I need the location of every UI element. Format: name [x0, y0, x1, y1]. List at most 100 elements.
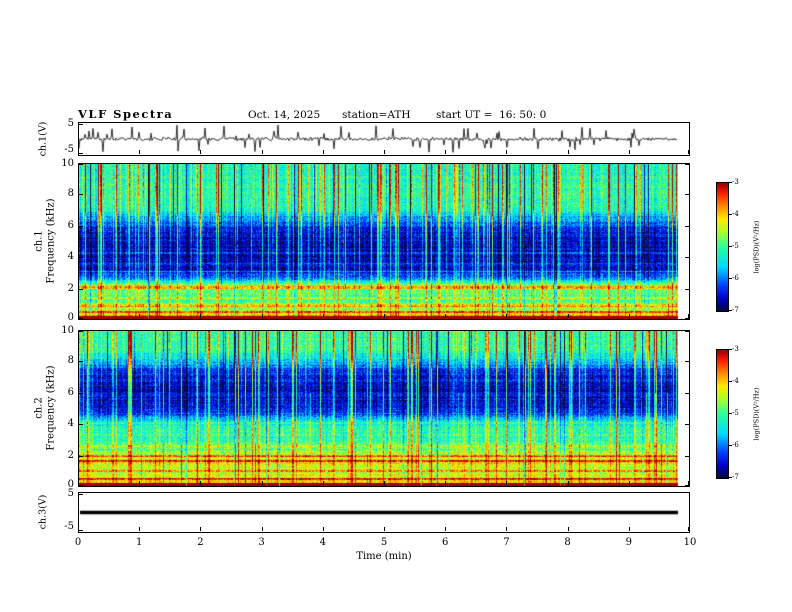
colorbar-tick-label: -7 — [732, 473, 739, 481]
y-tick-mark — [79, 424, 83, 426]
x-tick-mark — [628, 150, 630, 154]
x-tick-mark — [261, 150, 263, 154]
y-tick-mark — [685, 288, 689, 290]
ch1-spectrogram-panel — [78, 163, 690, 320]
x-tick-label: 4 — [319, 537, 326, 548]
y-tick-mark — [79, 194, 83, 196]
x-tick-label: 3 — [258, 537, 265, 548]
x-tick-label: 2 — [197, 537, 204, 548]
y-tick-mark — [79, 124, 83, 125]
ch2-spectrogram-panel — [78, 330, 690, 487]
colorbar-tick-mark — [729, 477, 732, 478]
ch2-spec-ylabel: ch.2 Frequency (kHz) — [34, 365, 57, 450]
x-tick-mark — [506, 314, 508, 318]
x-tick-mark — [567, 481, 569, 485]
ch1-wave-ymin-label: -5 — [64, 144, 74, 155]
x-tick-mark — [139, 527, 141, 531]
station-label: station=ATH — [342, 109, 411, 121]
x-tick-mark — [506, 481, 508, 485]
x-tick-mark — [139, 481, 141, 485]
ch1-wave-ymax-label: 5 — [67, 118, 74, 129]
colorbar-tick-mark — [729, 246, 732, 247]
y-tick-mark — [79, 485, 83, 486]
freq-tick-label: 4 — [67, 251, 74, 263]
colorbar-tick-label: -4 — [732, 377, 739, 385]
x-tick-label: 1 — [136, 537, 143, 548]
y-tick-mark — [685, 225, 689, 227]
x-tick-mark — [384, 314, 385, 318]
freq-tick-label: 0 — [67, 479, 74, 490]
x-tick-mark — [384, 527, 385, 531]
y-tick-mark — [685, 194, 689, 196]
colorbar-tick-mark — [729, 445, 732, 446]
x-tick-mark — [628, 314, 630, 318]
x-tick-mark — [567, 150, 569, 154]
x-tick-mark — [200, 314, 202, 318]
colorbar-tick-label: -3 — [732, 345, 739, 353]
x-tick-mark — [567, 527, 569, 531]
x-tick-mark — [322, 314, 324, 318]
x-tick-mark — [261, 481, 263, 485]
x-tick-mark — [261, 314, 263, 318]
freq-tick-label: 2 — [67, 449, 74, 461]
x-tick-mark — [384, 150, 385, 154]
x-tick-mark — [506, 150, 508, 154]
y-tick-mark — [79, 455, 83, 457]
y-tick-mark — [685, 361, 689, 363]
y-tick-mark — [79, 530, 83, 531]
colorbar-tick-label: -7 — [732, 306, 739, 314]
colorbar-tick-mark — [729, 214, 732, 215]
figure-title: VLF Spectra — [78, 107, 174, 121]
x-tick-mark — [322, 481, 324, 485]
x-tick-label: 8 — [564, 537, 571, 548]
y-tick-mark — [79, 318, 83, 319]
ch2-spec-ylabel-line2: Frequency (kHz) — [45, 365, 56, 451]
ch3-wave-ylabel: ch.3(V) — [37, 494, 49, 530]
y-tick-mark — [685, 331, 689, 332]
colorbar-tick-mark — [729, 278, 732, 279]
ch1-colorbar — [716, 182, 729, 312]
ch3-wave-ymin-label: -5 — [64, 521, 74, 532]
colorbar-tick-label: -4 — [732, 210, 739, 218]
freq-tick-label: 6 — [67, 219, 74, 231]
freq-tick-label: 8 — [67, 188, 74, 200]
y-tick-mark — [79, 164, 83, 165]
x-tick-mark — [322, 527, 324, 531]
x-tick-mark — [322, 150, 324, 154]
freq-tick-label: 0 — [67, 312, 74, 323]
ch1-spectrogram-canvas — [79, 164, 689, 319]
ch2-colorbar-canvas — [717, 350, 728, 478]
colorbar-tick-mark — [729, 349, 732, 350]
x-tick-mark — [688, 527, 689, 531]
figure-date: Oct. 14, 2025 — [248, 109, 321, 121]
y-tick-mark — [685, 164, 689, 165]
freq-tick-label: 10 — [61, 158, 74, 169]
x-tick-mark — [445, 481, 447, 485]
x-tick-label: 10 — [683, 537, 697, 548]
y-tick-mark — [685, 424, 689, 426]
ch1-colorbar-label: log(PSD)(V²/Hz) — [752, 220, 761, 274]
ch1-spec-ylabel-line1: ch.1 — [33, 230, 45, 252]
freq-tick-label: 4 — [67, 418, 74, 430]
x-axis-label: Time (min) — [356, 551, 412, 562]
x-tick-mark — [139, 150, 141, 154]
x-tick-label: 9 — [625, 537, 632, 548]
x-tick-label: 0 — [74, 537, 82, 548]
x-tick-label: 7 — [503, 537, 510, 548]
x-tick-mark — [445, 527, 447, 531]
colorbar-tick-label: -6 — [732, 441, 739, 449]
colorbar-tick-label: -5 — [732, 242, 739, 250]
x-tick-mark — [200, 150, 202, 154]
freq-tick-label: 8 — [67, 355, 74, 367]
x-tick-mark — [567, 314, 569, 318]
x-tick-mark — [261, 527, 263, 531]
y-tick-mark — [79, 361, 83, 363]
y-tick-mark — [79, 331, 83, 332]
y-tick-mark — [79, 392, 83, 394]
ch2-colorbar-label: log(PSD)(V²/Hz) — [752, 387, 761, 441]
ch1-spec-ylabel: ch.1 Frequency (kHz) — [34, 198, 57, 283]
y-tick-mark — [79, 153, 83, 154]
ch1-spec-ylabel-line2: Frequency (kHz) — [45, 198, 56, 284]
x-tick-mark — [384, 481, 385, 485]
x-tick-label: 5 — [380, 537, 388, 548]
